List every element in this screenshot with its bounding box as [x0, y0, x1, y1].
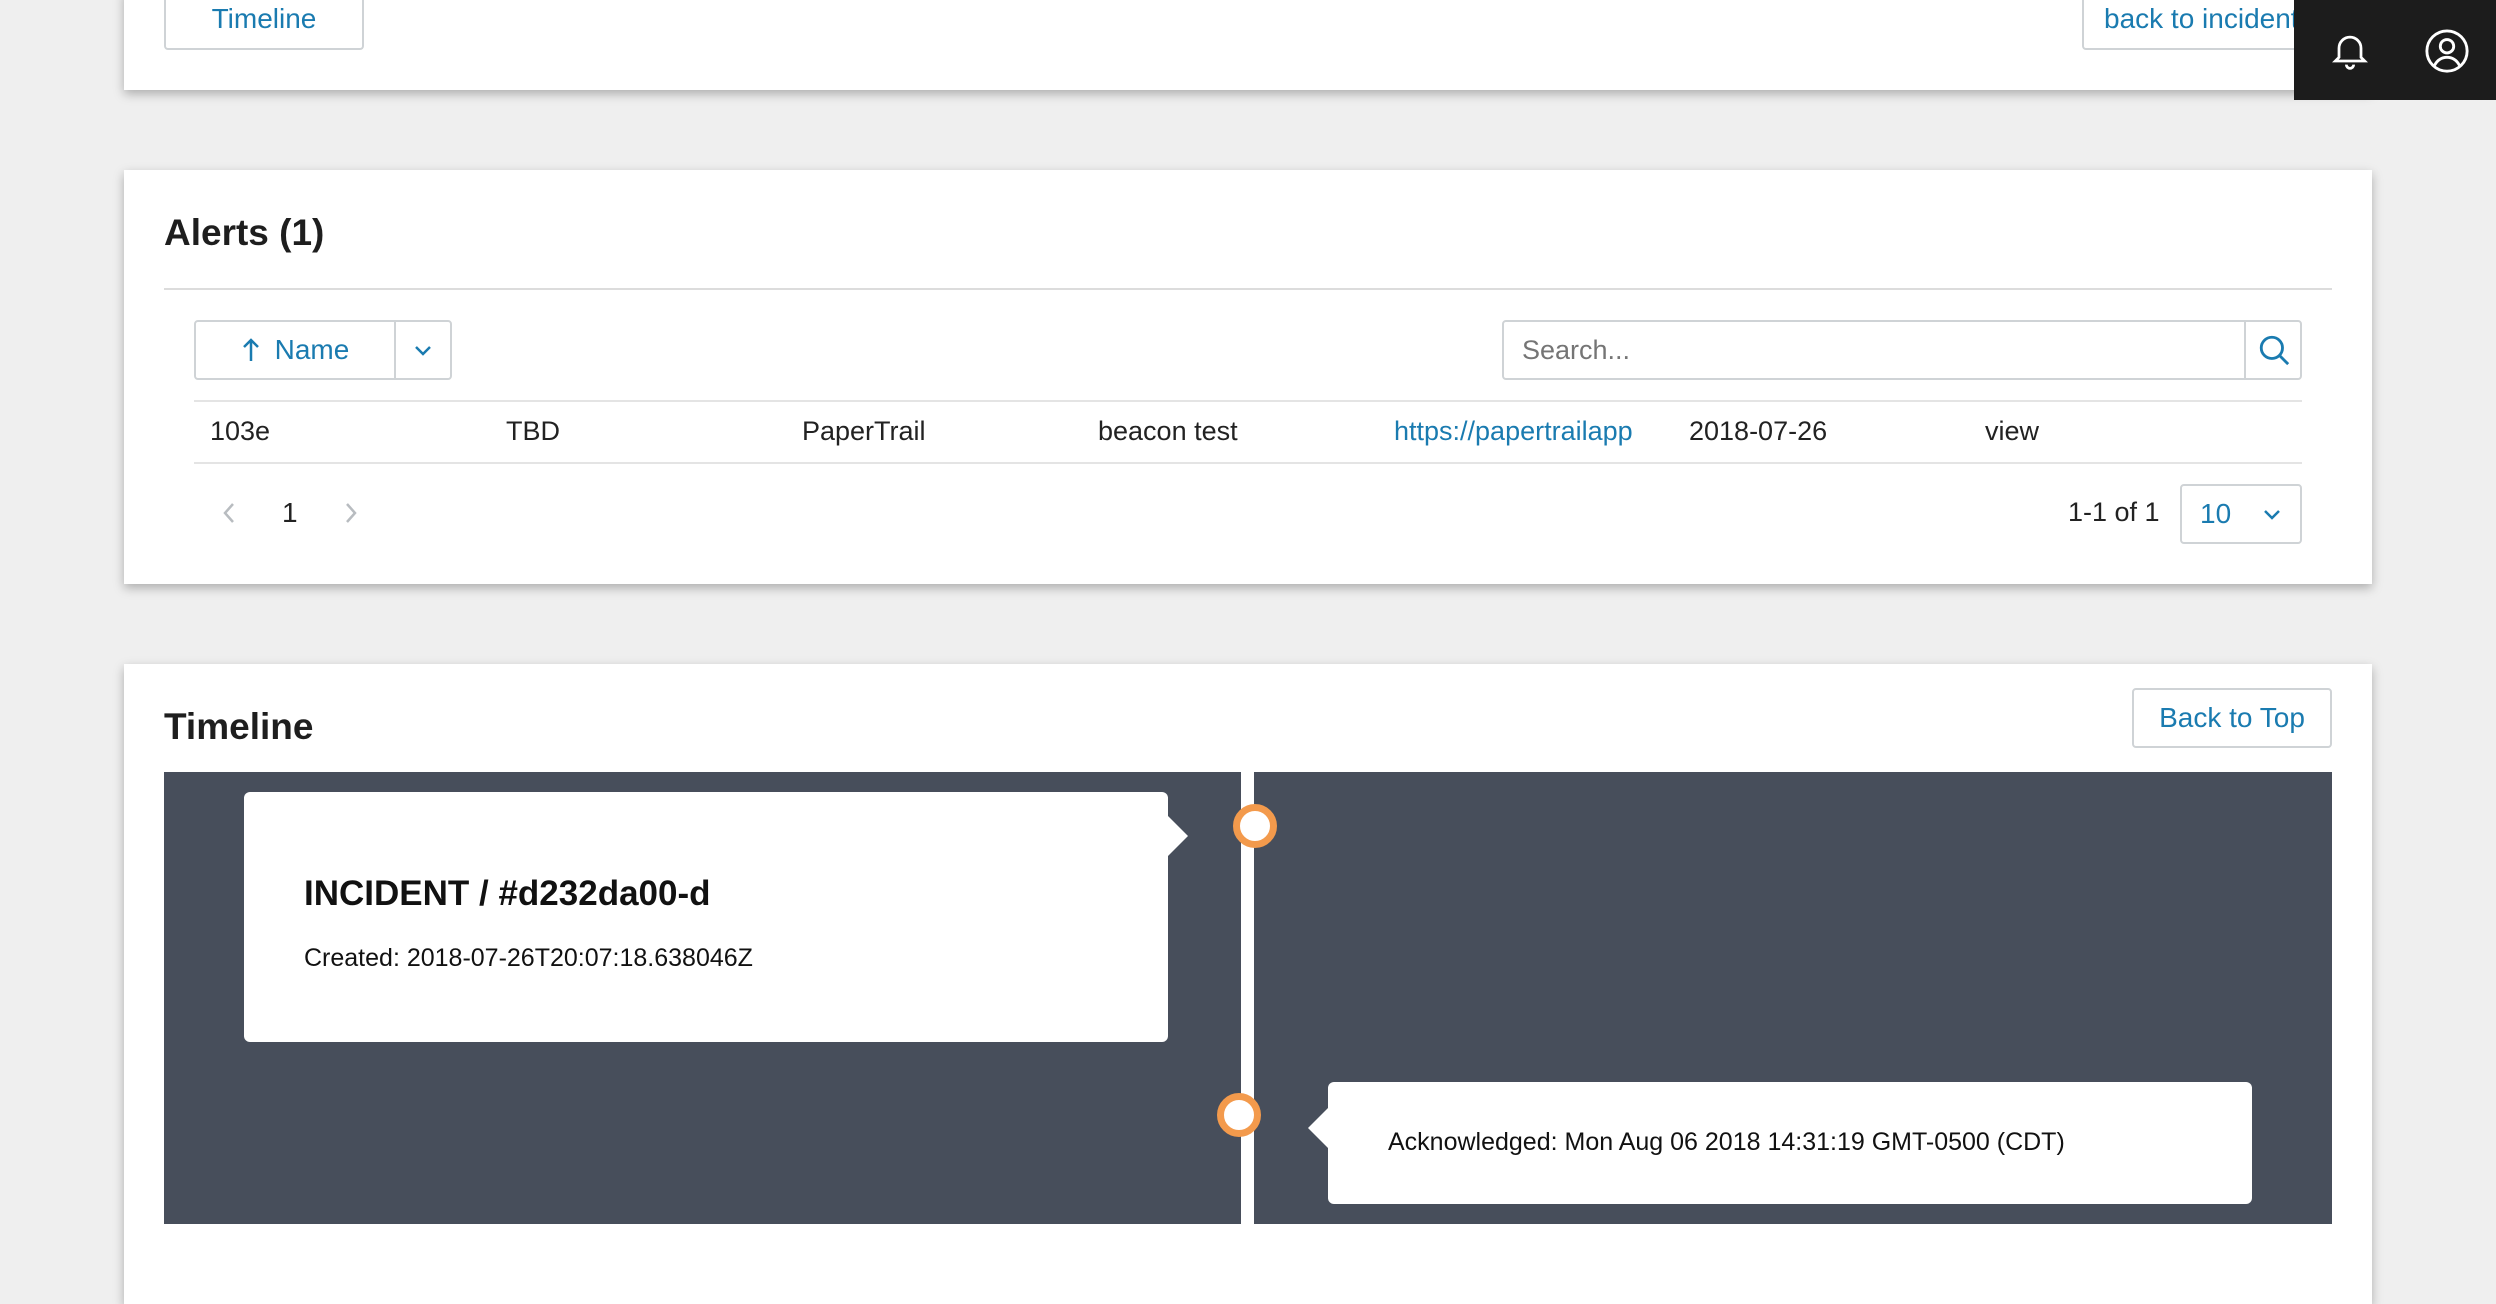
chevron-left-icon [216, 498, 242, 528]
back-to-top-button[interactable]: Back to Top [2132, 688, 2332, 748]
page-size-value: 10 [2200, 498, 2232, 529]
alert-name: beacon test [1098, 416, 1238, 446]
top-navigation-bar [2294, 0, 2496, 100]
chevron-down-icon [2262, 506, 2282, 522]
event-text: Created: 2018-07-26T20:07:18.638046Z [304, 944, 753, 972]
pagination-range: 1-1 of 1 [2068, 497, 2160, 527]
event-arrow [1308, 1108, 1328, 1148]
prev-page-button[interactable] [216, 498, 242, 528]
page-size-select[interactable]: 10 [2180, 484, 2302, 544]
alert-source: PaperTrail [802, 416, 926, 446]
search-input[interactable] [1504, 322, 2242, 378]
back-to-incident-button[interactable]: back to incident [2082, 0, 2322, 50]
table-row-divider-bottom [194, 462, 2302, 464]
search-button[interactable] [2244, 322, 2302, 378]
incident-summary-card: Timeline back to incident [124, 0, 2372, 90]
event-title: INCIDENT / #d232da00-d [304, 874, 711, 913]
timeline-event-card: INCIDENT / #d232da00-d Created: 2018-07-… [244, 792, 1188, 1042]
sort-button[interactable]: Name [196, 322, 396, 378]
timeline-title: Timeline [164, 706, 314, 747]
alert-owner: TBD [506, 416, 560, 446]
search-icon [2257, 333, 2291, 367]
chevron-right-icon [338, 498, 364, 528]
alert-url-link[interactable]: https://papertrailapp [1394, 416, 1633, 447]
event-arrow [1168, 816, 1188, 856]
bell-icon[interactable] [2328, 28, 2372, 72]
search-box [1502, 320, 2302, 380]
user-circle-icon[interactable] [2424, 28, 2470, 74]
alert-view-link[interactable]: view [1985, 416, 2039, 447]
divider [164, 288, 2332, 290]
sort-direction-dropdown[interactable] [396, 322, 450, 378]
next-page-button[interactable] [338, 498, 364, 528]
alert-id: 103e [210, 416, 271, 446]
sort-control: Name [194, 320, 452, 380]
alerts-title: Alerts (1) [164, 212, 325, 253]
timeline-button[interactable]: Timeline [164, 0, 364, 50]
arrow-up-icon [241, 337, 261, 363]
sort-label: Name [274, 334, 350, 365]
chevron-down-icon [413, 343, 433, 357]
timeline-node [1217, 1093, 1261, 1137]
page-number[interactable]: 1 [282, 497, 298, 529]
alert-date: 2018-07-26 [1689, 416, 1828, 446]
timeline-event-card: Acknowledged: Mon Aug 06 2018 14:31:19 G… [1308, 1082, 2252, 1204]
timeline-node [1233, 804, 1277, 848]
event-text: Acknowledged: Mon Aug 06 2018 14:31:19 G… [1388, 1128, 2065, 1156]
